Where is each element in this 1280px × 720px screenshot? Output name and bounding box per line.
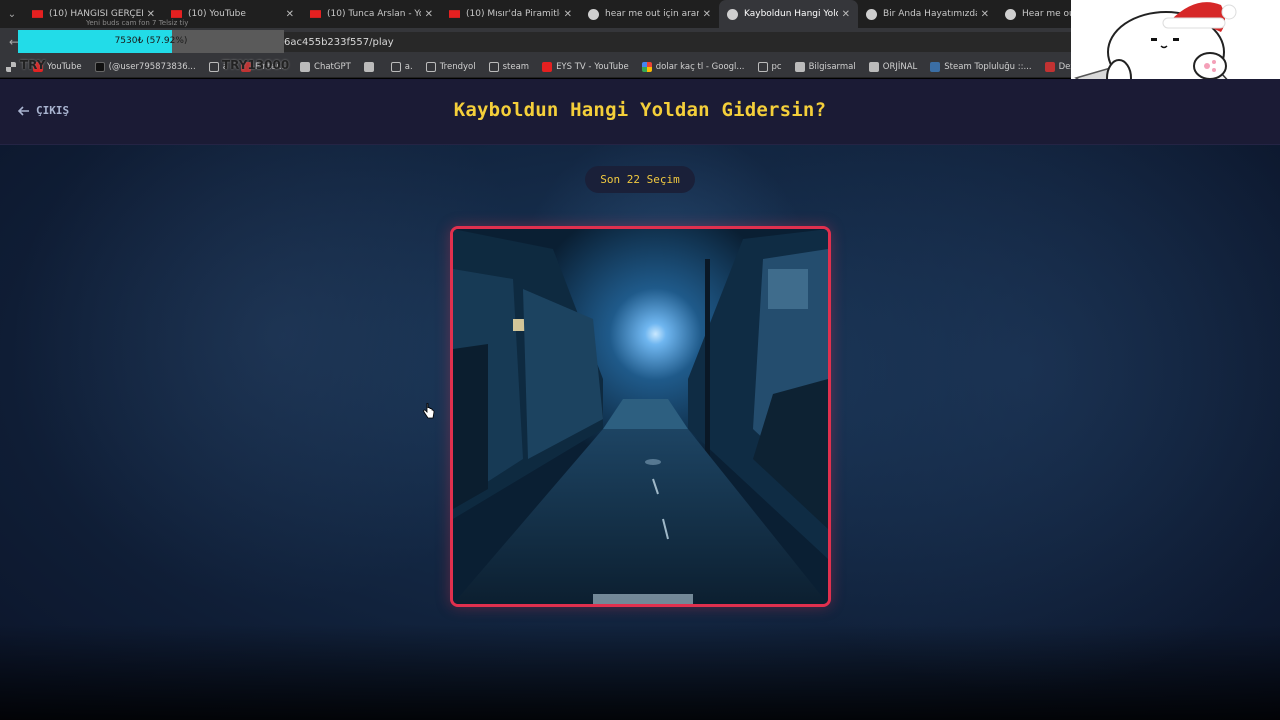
- bookmark-item[interactable]: a.: [390, 61, 413, 72]
- bookmark-label: Steam Topluluğu ::...: [944, 61, 1032, 72]
- youtube-icon: [171, 10, 182, 18]
- close-tab-icon[interactable]: ✕: [564, 9, 572, 20]
- tiktok-icon: [94, 61, 105, 72]
- round-badge: Son 22 Seçim: [585, 166, 695, 193]
- close-tab-icon[interactable]: ✕: [842, 9, 850, 20]
- bookmark-label: pc: [771, 61, 782, 72]
- globe-icon: [794, 61, 805, 72]
- close-tab-icon[interactable]: ✕: [147, 9, 155, 20]
- chatgpt-icon: [300, 61, 311, 72]
- youtube-icon: [542, 61, 553, 72]
- browser-tab[interactable]: hear me out için arama so ✕: [580, 0, 719, 28]
- steam-icon: [930, 61, 941, 72]
- bookmark-label: a.: [404, 61, 413, 72]
- site-icon: [588, 8, 599, 20]
- tab-title: Kayboldun Hangi Yoldan: [744, 9, 838, 19]
- page-title: Kayboldun Hangi Yoldan Gidersin?: [453, 99, 827, 121]
- bookmark-item[interactable]: Steam Topluluğu ::...: [930, 61, 1032, 72]
- youtube-icon: [449, 10, 460, 18]
- bookmark-item[interactable]: Trendyol: [425, 61, 476, 72]
- bookmark-label: YouTube: [47, 61, 82, 72]
- site-icon: [727, 8, 738, 20]
- bookmark-label: Bilgisarmal: [808, 61, 856, 72]
- apps-grid-icon: [6, 61, 16, 72]
- folder-icon: [208, 61, 219, 72]
- donation-progress-bar: 7530₺ (57.92%): [18, 30, 284, 53]
- folder-icon: [390, 61, 401, 72]
- choice-image-card[interactable]: [450, 226, 831, 607]
- browser-tab[interactable]: (10) Mısır'da Piramitlerin ✕: [441, 0, 580, 28]
- tab-title: (10) Tunca Arslan - YouTu: [327, 9, 421, 19]
- google-icon: [641, 61, 652, 72]
- bookmark-item[interactable]: (@user795873836...: [94, 61, 196, 72]
- bookmark-label: ORJİNAL: [882, 61, 918, 72]
- bookmark-item[interactable]: dolar kaç tl - Googl...: [641, 61, 745, 72]
- bookmark-label: (@user795873836...: [108, 61, 196, 72]
- site-icon: [866, 8, 877, 20]
- tab-title: (10) YouTube: [188, 9, 246, 19]
- tab-title: (10) HANGİSİ GERÇEK ES: [49, 9, 143, 19]
- bookmark-item[interactable]: ORJİNAL: [868, 61, 918, 72]
- browser-tab[interactable]: (10) Tunca Arslan - YouTu ✕: [302, 0, 441, 28]
- overlay-small-text: Yeni buds cam fon 7 Telsiz tiy: [86, 19, 189, 27]
- bookmark-item[interactable]: [363, 61, 378, 72]
- bookmark-item[interactable]: pc: [757, 61, 782, 72]
- bookmark-item[interactable]: Bilgisarmal: [794, 61, 856, 72]
- game-page: ÇIKIŞ Kayboldun Hangi Yoldan Gidersin? S…: [0, 79, 1280, 720]
- youtube-icon: [310, 10, 321, 18]
- close-tab-icon[interactable]: ✕: [425, 9, 433, 20]
- hand-cursor-icon: [423, 403, 435, 419]
- close-tab-icon[interactable]: ✕: [981, 9, 989, 20]
- folder-icon: [757, 61, 768, 72]
- close-tab-icon[interactable]: ✕: [703, 9, 711, 20]
- close-tab-icon[interactable]: ✕: [286, 9, 294, 20]
- bookmark-item[interactable]: EYS TV - YouTube: [542, 61, 629, 72]
- bookmark-label: ChatGPT: [314, 61, 351, 72]
- night-alley-image: [453, 229, 828, 604]
- rocket-icon: [363, 61, 374, 72]
- bookmark-item[interactable]: ChatGPT: [300, 61, 351, 72]
- tab-title: Bir Anda Hayatımızdan Ç: [883, 9, 977, 19]
- globe-icon: [868, 61, 879, 72]
- red-site-icon: [1044, 61, 1055, 72]
- site-icon: [1005, 8, 1016, 20]
- tab-title: (10) Mısır'da Piramitlerin: [466, 9, 560, 19]
- bookmark-item[interactable]: steam: [488, 61, 530, 72]
- bookmark-label: Trendyol: [439, 61, 476, 72]
- tab-title: hear me out için arama so: [605, 9, 699, 19]
- folder-icon: [488, 61, 499, 72]
- page-header: ÇIKIŞ Kayboldun Hangi Yoldan Gidersin?: [0, 79, 1280, 145]
- overlay-goal-label: TRY13000: [222, 58, 290, 72]
- folder-icon: [425, 61, 436, 72]
- bookmark-label: steam: [502, 61, 530, 72]
- bookmark-label: EYS TV - YouTube: [556, 61, 629, 72]
- donation-progress-text: 7530₺ (57.92%): [114, 36, 188, 46]
- tab-strip: (10) HANGİSİ GERÇEK ES✕(10) YouTube✕(10)…: [24, 0, 1136, 28]
- overlay-currency-left: TRY: [20, 58, 46, 72]
- browser-tab[interactable]: Kayboldun Hangi Yoldan ✕: [719, 0, 858, 28]
- tab-search-button[interactable]: ⌄: [0, 0, 24, 28]
- youtube-icon: [32, 10, 43, 18]
- bookmark-item[interactable]: [6, 61, 20, 72]
- browser-tab[interactable]: Bir Anda Hayatımızdan Ç ✕: [858, 0, 997, 28]
- bookmark-label: dolar kaç tl - Googl...: [655, 61, 745, 72]
